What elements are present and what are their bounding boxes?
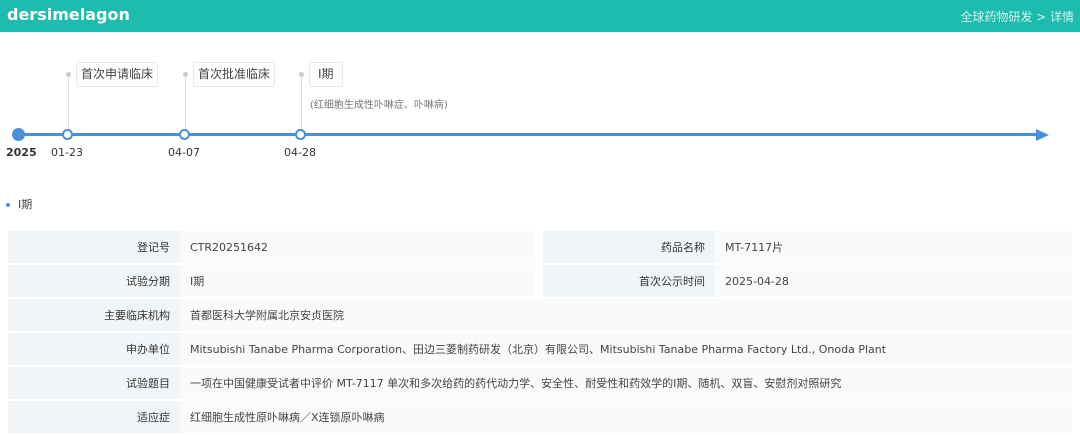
detail-table: 登记号 CTR20251642 药品名称 MT-7117片 试验分期 Ⅰ期 首次… [8,229,1072,435]
table-row: 申办单位 Mitsubishi Tanabe Pharma Corporatio… [8,333,1072,365]
arrow-right-icon [1036,129,1049,141]
timeline-node[interactable] [62,129,73,140]
field-label: 试验题目 [8,367,180,399]
table-row: 试验分期 Ⅰ期 首次公示时间 2025-04-28 [8,265,1072,297]
timeline-axis [18,133,1040,136]
field-label: 试验分期 [8,265,180,297]
field-label: 登记号 [8,231,180,263]
field-value: 一项在中国健康受试者中评价 MT-7117 单次和多次给药的药代动力学、安全性、… [180,367,1072,399]
app-header: dersimelagon 全球药物研发 > 详情 [0,0,1080,32]
timeline-stem-dot [183,72,188,77]
timeline-event-label[interactable]: 首次批准临床 [193,62,276,87]
bullet-icon [6,203,10,207]
timeline-stem [185,74,186,131]
breadcrumb[interactable]: 全球药物研发 > 详情 [960,8,1074,25]
timeline-event-label[interactable]: 首次申请临床 [76,62,159,87]
field-value: 首都医科大学附属北京安贞医院 [180,299,1072,331]
table-row: 主要临床机构 首都医科大学附属北京安贞医院 [8,299,1072,331]
field-label: 适应症 [8,401,180,433]
timeline-node[interactable] [295,129,306,140]
field-value: 红细胞生成性原卟啉病／X连锁原卟啉病 [180,401,1072,433]
table-row: 适应症 红细胞生成性原卟啉病／X连锁原卟啉病 [8,401,1072,433]
section-title-text: Ⅰ期 [18,198,33,211]
timeline-date: 04-28 [284,146,316,159]
timeline-year: 2025 [6,146,37,159]
field-value: Ⅰ期 [180,265,535,297]
timeline-date: 04-07 [168,146,200,159]
field-value: CTR20251642 [180,231,535,263]
timeline-event-indication: (红细胞生成性卟啉症、卟啉病) [310,100,448,111]
field-value: Mitsubishi Tanabe Pharma Corporation、田边三… [180,333,1072,365]
timeline-stem-dot [66,72,71,77]
timeline-node[interactable] [179,129,190,140]
section-title: Ⅰ期 [6,196,32,212]
timeline-stem [301,74,302,131]
timeline-stem [68,74,69,131]
field-label: 首次公示时间 [543,265,715,297]
timeline-stem-dot [299,72,304,77]
field-value: MT-7117片 [715,231,1072,263]
table-row: 登记号 CTR20251642 药品名称 MT-7117片 [8,231,1072,263]
timeline-event-label[interactable]: Ⅰ期 [309,62,343,87]
field-label: 申办单位 [8,333,180,365]
field-label: 主要临床机构 [8,299,180,331]
timeline-start-dot [12,128,25,141]
table-row: 试验题目 一项在中国健康受试者中评价 MT-7117 单次和多次给药的药代动力学… [8,367,1072,399]
field-value: 2025-04-28 [715,265,1072,297]
timeline-date: 01-23 [51,146,83,159]
field-label: 药品名称 [543,231,715,263]
drug-title: dersimelagon [7,5,130,24]
